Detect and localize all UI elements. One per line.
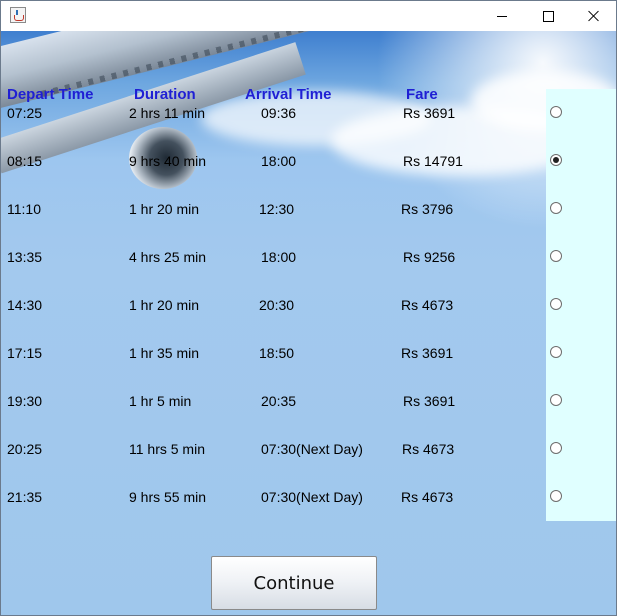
header-depart-time: Depart Time (7, 86, 94, 103)
flight-row[interactable]: 13:35 4 hrs 25 min 18:00 Rs 9256 (1, 247, 616, 295)
flight-arrival: 18:00 (261, 249, 297, 265)
minimize-button[interactable] (479, 1, 525, 31)
flight-arrival: 18:50 (259, 345, 295, 361)
maximize-button[interactable] (525, 1, 571, 31)
flight-depart: 21:35 (7, 489, 43, 505)
flight-row[interactable]: 14:30 1 hr 20 min 20:30 Rs 4673 (1, 295, 616, 343)
flight-duration: 1 hr 35 min (129, 345, 200, 361)
flight-arrival: 12:30 (259, 201, 295, 217)
flight-fare: Rs 4673 (401, 297, 454, 313)
flight-depart: 14:30 (7, 297, 43, 313)
flight-radio-button[interactable] (550, 490, 562, 502)
flight-fare: Rs 3691 (401, 345, 454, 361)
flight-duration: 1 hr 20 min (129, 201, 200, 217)
flight-duration: 1 hr 5 min (129, 393, 192, 409)
flight-fare: Rs 3796 (401, 201, 454, 217)
flight-duration: 2 hrs 11 min (129, 105, 205, 121)
flight-row[interactable]: 07:25 2 hrs 11 min 09:36 Rs 3691 (1, 103, 616, 151)
flight-selection-panel: Depart Time Duration Arrival Time Fare 0… (1, 31, 616, 615)
minimize-icon (497, 15, 507, 17)
flight-radio-button[interactable] (550, 250, 562, 262)
flight-fare: Rs 4673 (402, 441, 455, 457)
flight-row[interactable]: 21:35 9 hrs 55 min 07:30(Next Day) Rs 4673 (1, 487, 616, 535)
flight-depart: 08:15 (7, 153, 43, 169)
title-bar (1, 1, 616, 31)
flight-radio-button[interactable] (550, 298, 562, 310)
flight-fare: Rs 3691 (403, 105, 456, 121)
flight-radio-button[interactable] (550, 346, 562, 358)
flight-arrival: 20:30 (259, 297, 295, 313)
flight-row[interactable]: 11:10 1 hr 20 min 12:30 Rs 3796 (1, 199, 616, 247)
close-icon (588, 10, 600, 22)
flight-duration: 9 hrs 55 min (129, 489, 207, 505)
maximize-icon (542, 10, 554, 22)
flight-duration: 1 hr 20 min (129, 297, 200, 313)
header-arrival-time: Arrival Time (245, 86, 332, 103)
header-duration: Duration (134, 86, 196, 103)
flight-arrival: 07:30(Next Day) (261, 489, 363, 505)
java-cup-icon (10, 7, 26, 23)
flight-row[interactable]: 19:30 1 hr 5 min 20:35 Rs 3691 (1, 391, 616, 439)
flight-radio-button[interactable] (550, 106, 562, 118)
flight-arrival: 07:30(Next Day) (261, 441, 363, 457)
flight-row[interactable]: 20:25 11 hrs 5 min 07:30(Next Day) Rs 4673 (1, 439, 616, 487)
close-button[interactable] (571, 1, 616, 31)
flight-depart: 07:25 (7, 105, 43, 121)
flight-depart: 20:25 (7, 441, 43, 457)
flight-duration: 11 hrs 5 min (129, 441, 205, 457)
flight-arrival: 20:35 (261, 393, 297, 409)
flight-depart: 11:10 (7, 201, 41, 217)
flight-radio-button[interactable] (550, 202, 562, 214)
flight-depart: 19:30 (7, 393, 43, 409)
flight-radio-button[interactable] (550, 394, 562, 406)
flight-row[interactable]: 17:15 1 hr 35 min 18:50 Rs 3691 (1, 343, 616, 391)
flight-radio-button[interactable] (550, 154, 562, 166)
flight-fare: Rs 4673 (401, 489, 454, 505)
flight-duration: 9 hrs 40 min (129, 153, 207, 169)
flight-fare: Rs 14791 (403, 153, 463, 169)
header-fare: Fare (406, 86, 438, 103)
flight-depart: 17:15 (7, 345, 43, 361)
flight-depart: 13:35 (7, 249, 43, 265)
flight-duration: 4 hrs 25 min (129, 249, 207, 265)
flight-arrival: 09:36 (261, 105, 297, 121)
flight-radio-button[interactable] (550, 442, 562, 454)
flight-row[interactable]: 08:15 9 hrs 40 min 18:00 Rs 14791 (1, 151, 616, 199)
flight-fare: Rs 3691 (403, 393, 456, 409)
app-window: Depart Time Duration Arrival Time Fare 0… (0, 0, 617, 616)
flight-arrival: 18:00 (261, 153, 297, 169)
flight-fare: Rs 9256 (403, 249, 456, 265)
continue-button[interactable]: Continue (211, 556, 377, 610)
